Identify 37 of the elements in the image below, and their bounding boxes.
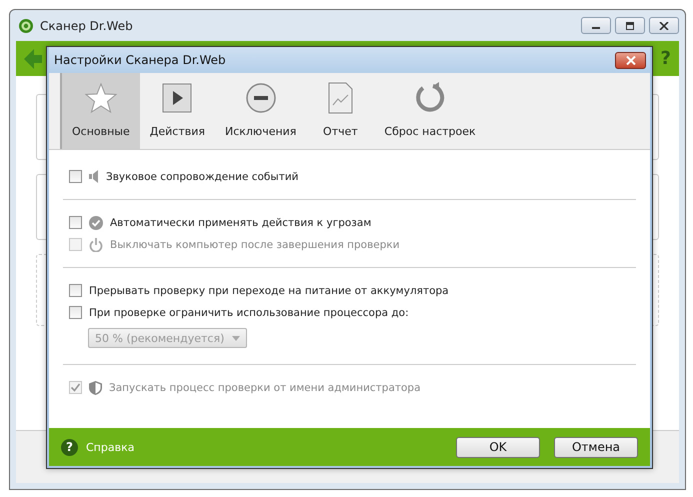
option-label: Автоматически применять действия к угрозам [110,216,372,228]
option-label: Запускать процесс проверки от имени администратора [109,382,421,394]
checkbox[interactable] [69,306,82,319]
dialog-title: Настройки Сканера Dr.Web [54,53,226,67]
close-icon [659,22,669,30]
option-label: Прерывать проверку при переходе на питание от аккумулятора [89,284,449,296]
play-icon [160,81,194,115]
star-icon [84,81,118,115]
window-title: Сканер Dr.Web [40,18,133,32]
minimize-button[interactable] [581,17,611,34]
shield-icon [89,380,102,394]
ok-button[interactable]: OK [456,436,540,458]
option-label: Звуковое сопровождение событий [106,170,298,182]
settings-tab[interactable]: Исключения [214,73,306,149]
maximize-button[interactable] [615,17,645,34]
speaker-icon [89,170,99,183]
minus-circle-icon [244,81,278,115]
close-button[interactable] [649,17,679,34]
maximize-icon [625,22,635,30]
close-icon [624,56,636,64]
help-icon[interactable]: ? [61,438,78,456]
settings-tab[interactable]: Сброс настроек [374,73,486,149]
settings-tab[interactable]: Отчет [306,73,374,149]
settings-tab[interactable]: Действия [140,73,215,149]
close-button[interactable] [615,52,646,68]
settings-tab[interactable]: Основные [60,73,140,149]
power-icon [89,238,103,252]
logo-icon [18,18,34,34]
caret-icon [232,336,240,340]
check-circle-icon [89,216,103,230]
checkbox[interactable] [69,216,82,229]
option-label: Выключать компьютер после завершения проверки [110,238,400,250]
checkbox[interactable] [69,284,82,297]
checkbox[interactable] [69,170,82,183]
cancel-button[interactable]: Отмена [554,436,638,458]
back-arrow-icon[interactable] [24,48,42,68]
option-label: При проверке ограничить использование процессора до: [89,306,409,318]
